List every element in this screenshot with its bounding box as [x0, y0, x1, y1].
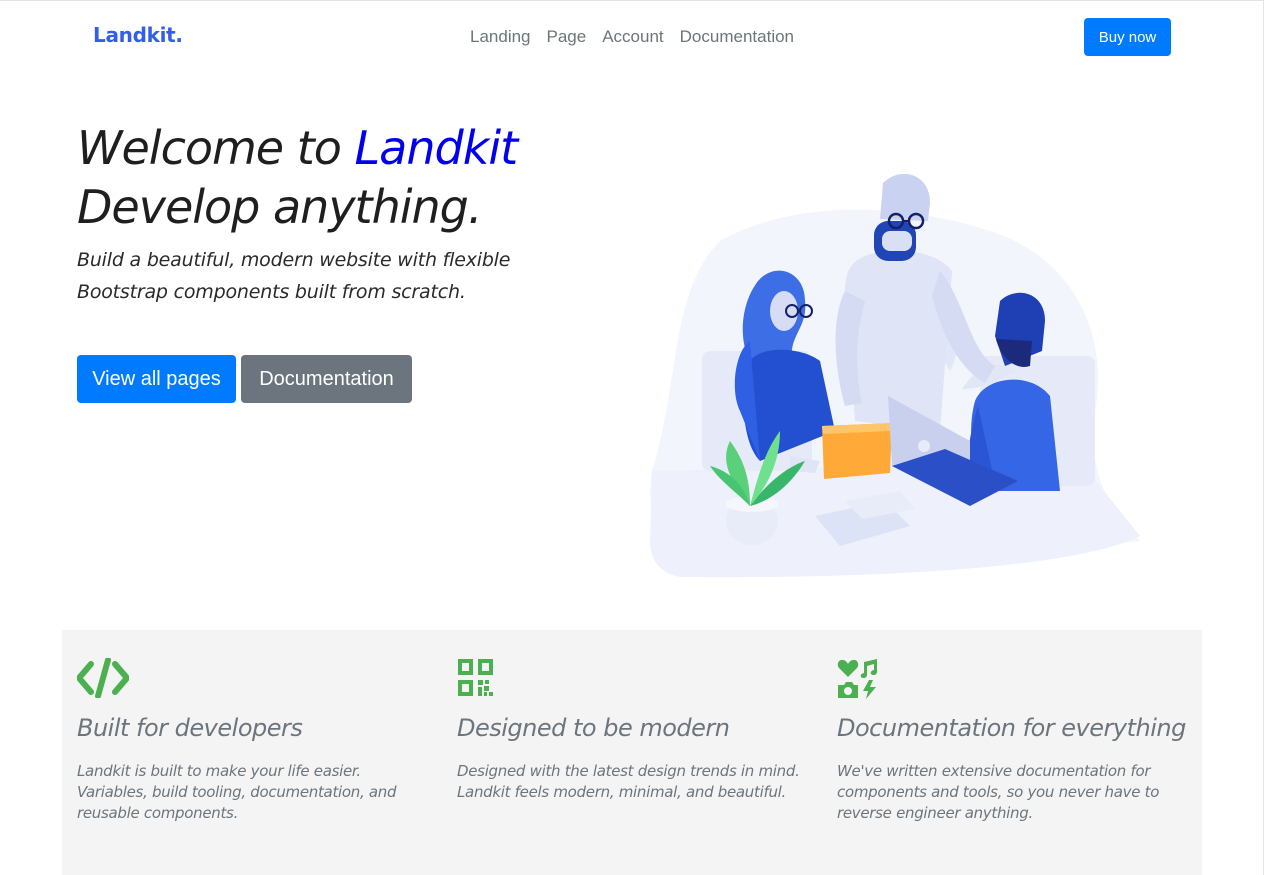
feature-title: Documentation for everything: [837, 714, 1186, 742]
nav-link-documentation[interactable]: Documentation: [672, 26, 802, 48]
hero-lead: Build a beautiful, modern website with f…: [77, 249, 511, 303]
nav-link-account[interactable]: Account: [594, 26, 671, 48]
icons-icon: [837, 659, 877, 699]
nav-link-page[interactable]: Page: [539, 26, 595, 48]
hero-title-prefix: Welcome to: [77, 121, 355, 175]
feature-title: Designed to be modern: [457, 714, 730, 742]
feature-text: We've written extensive documentation fo…: [837, 762, 1160, 822]
feature-text: Designed with the latest design trends i…: [457, 762, 800, 801]
qrcode-icon: [458, 659, 493, 696]
nav-link-landing[interactable]: Landing: [462, 26, 539, 48]
navbar: Landkit. Landing Page Account Documentat…: [0, 1, 1264, 73]
hero-title: Welcome to Landkit Develop anything.: [77, 119, 519, 237]
brand-logo[interactable]: Landkit.: [93, 23, 183, 47]
hero-title-line2: Develop anything.: [77, 180, 483, 234]
team-illustration: [650, 173, 1140, 578]
feature-title: Built for developers: [77, 714, 303, 742]
hero-title-accent: Landkit: [354, 121, 519, 175]
features-section: Built for developers Landkit is built to…: [62, 630, 1202, 875]
documentation-button[interactable]: Documentation: [241, 355, 412, 403]
code-icon: [77, 658, 129, 698]
view-all-pages-button[interactable]: View all pages: [77, 355, 236, 403]
nav-links: Landing Page Account Documentation: [462, 26, 802, 48]
buy-now-button[interactable]: Buy now: [1084, 18, 1171, 56]
feature-text: Landkit is built to make your life easie…: [77, 762, 397, 822]
